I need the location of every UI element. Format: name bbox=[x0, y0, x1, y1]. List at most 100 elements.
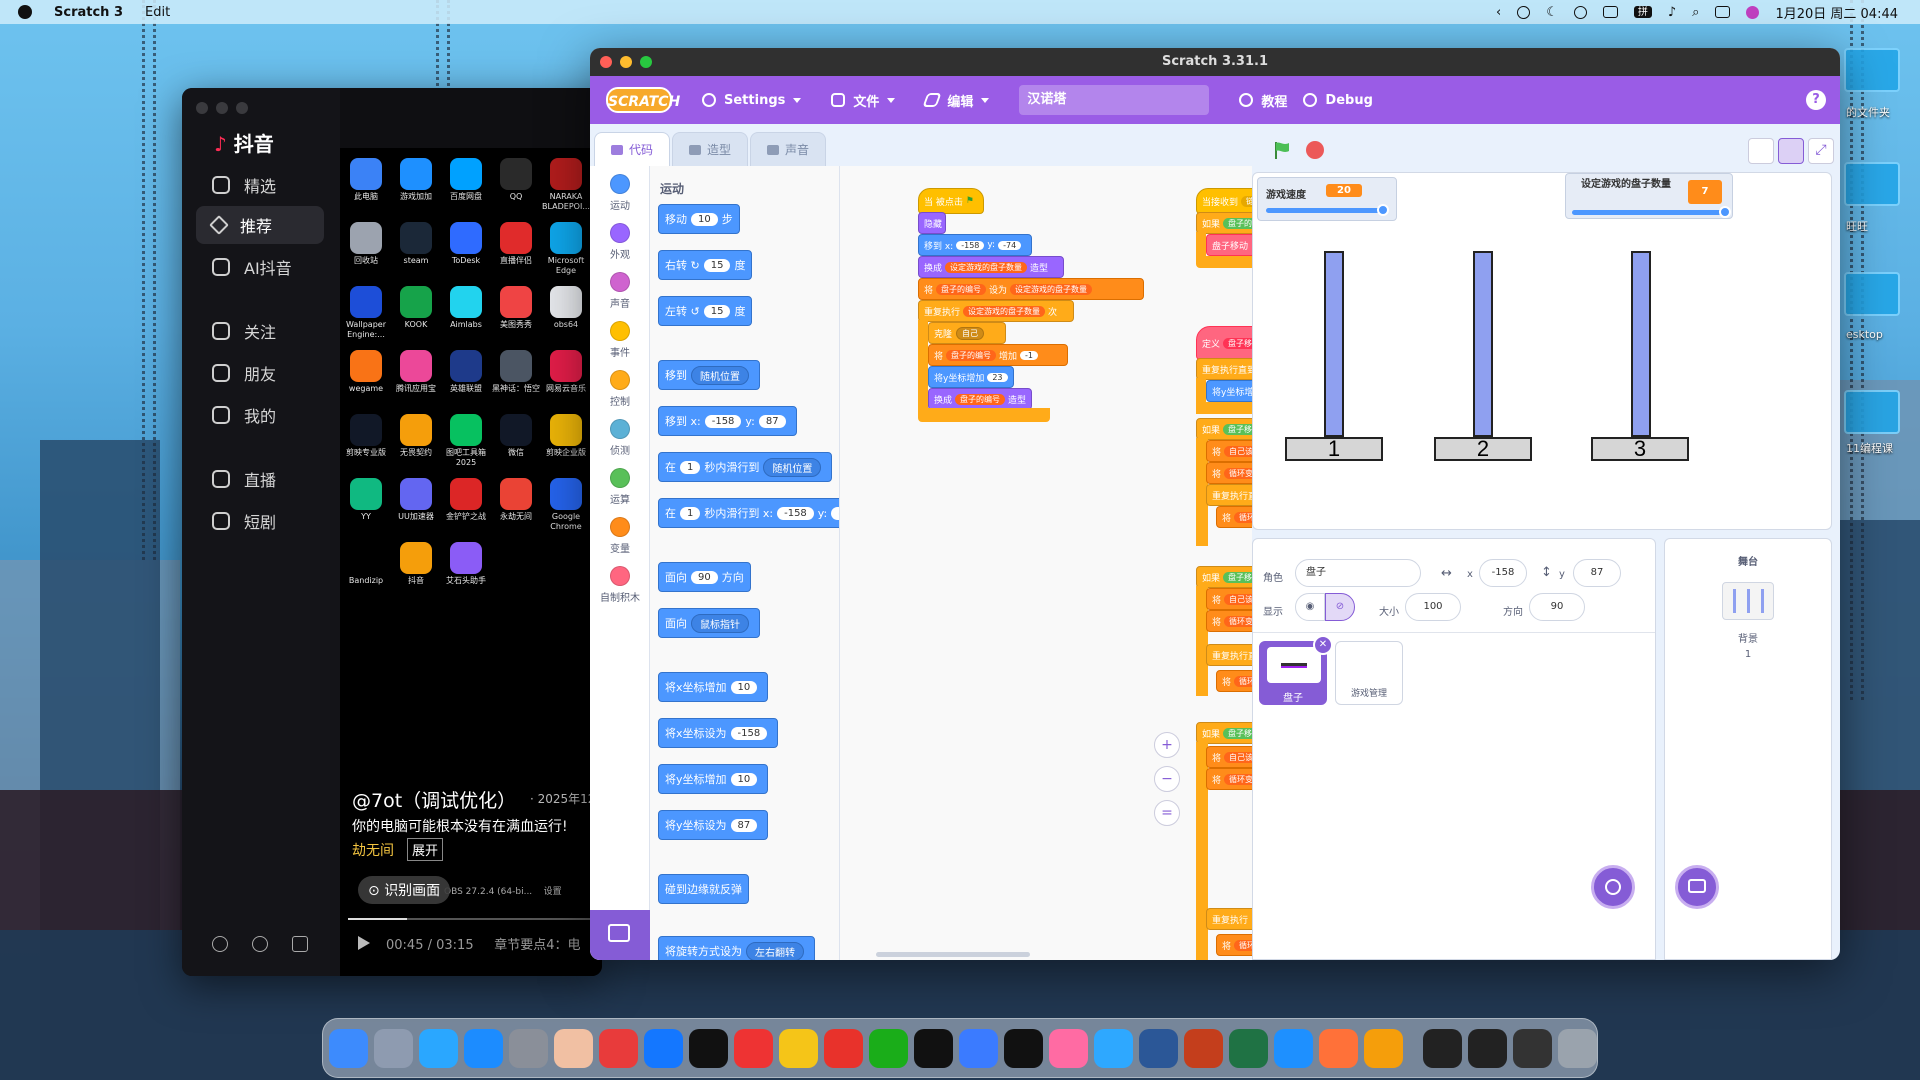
x-input[interactable]: -158 bbox=[1479, 559, 1527, 587]
dock-minimized-window[interactable] bbox=[1513, 1028, 1552, 1068]
block-set-x[interactable]: 将x坐标设为 -158 bbox=[658, 718, 779, 748]
desktop-app-icon[interactable]: 无畏契约 bbox=[392, 414, 440, 458]
dock-app-icon[interactable] bbox=[959, 1028, 998, 1068]
reporter[interactable]: 盘子的编号 bbox=[936, 283, 987, 295]
script-hat-flag-clicked[interactable]: 当 被点击 ⚑ bbox=[918, 188, 984, 214]
dock-app-icon[interactable] bbox=[689, 1028, 728, 1068]
block-input[interactable]: 15 bbox=[703, 304, 731, 318]
minimize-button[interactable] bbox=[216, 102, 228, 114]
block-dropdown[interactable]: 链表数据已更 bbox=[1241, 195, 1252, 207]
desktop-app-icon[interactable]: 抖音 bbox=[392, 542, 440, 586]
settings-icon[interactable] bbox=[212, 936, 228, 952]
desktop-app-icon[interactable]: 游戏加加 bbox=[392, 158, 440, 202]
script3-set-8[interactable]: 将循环变量 bbox=[1206, 768, 1252, 790]
block-input[interactable]: -158 bbox=[777, 506, 814, 520]
script3-repeat-until-3[interactable]: 重复执行直到 bbox=[1206, 644, 1252, 666]
desktop-app-icon[interactable]: Bandizip bbox=[342, 542, 390, 586]
input-method-icon[interactable]: 拼 bbox=[1633, 6, 1652, 18]
dock-app-icon[interactable] bbox=[1049, 1028, 1088, 1068]
script-hide[interactable]: 隐藏 bbox=[918, 212, 946, 234]
zoom-button[interactable] bbox=[236, 102, 248, 114]
script2-hat-broadcast[interactable]: 当接收到链表数据已更 bbox=[1196, 188, 1252, 214]
dock-app-icon[interactable] bbox=[1319, 1028, 1358, 1068]
block-input[interactable]: 87 bbox=[758, 414, 786, 428]
block-input[interactable]: 23 bbox=[987, 372, 1008, 382]
script3-set-1[interactable]: 将自己该去的x bbox=[1206, 440, 1252, 462]
settings-menu[interactable]: Settings bbox=[702, 93, 802, 108]
block-goto[interactable]: 移到 随机位置 bbox=[658, 360, 760, 390]
small-stage-button[interactable] bbox=[1748, 138, 1774, 164]
block-input[interactable]: 87 bbox=[730, 818, 758, 832]
desktop-app-icon[interactable]: 图吧工具箱2025 bbox=[442, 414, 490, 468]
normal-stage-button[interactable] bbox=[1778, 138, 1804, 164]
dock-minimized-window[interactable] bbox=[1558, 1028, 1597, 1068]
block-input[interactable]: -1 bbox=[1020, 350, 1039, 360]
reporter[interactable]: 自己该去的x bbox=[1224, 751, 1252, 763]
block-input[interactable]: 15 bbox=[703, 258, 731, 272]
volume-icon[interactable]: ♪ bbox=[1668, 5, 1676, 20]
reporter[interactable]: 循环变量 bbox=[1234, 939, 1252, 951]
block-point-direction[interactable]: 面向 90 方向 bbox=[658, 562, 751, 592]
reporter[interactable]: 循环变量 bbox=[1224, 773, 1252, 785]
reporter[interactable]: 盘子的编号 bbox=[946, 349, 997, 361]
script-change-variable[interactable]: 将盘子的编号 增加 -1 bbox=[928, 344, 1068, 366]
reporter[interactable]: 自己该去的x bbox=[1224, 593, 1252, 605]
dock-app-icon[interactable] bbox=[779, 1028, 818, 1068]
sprite-name-input[interactable]: 盘子 bbox=[1295, 559, 1421, 587]
script3-repeat-until[interactable]: 重复执行直到 bbox=[1196, 358, 1252, 380]
reporter[interactable]: 设定游戏的盘子数量 bbox=[1010, 283, 1093, 295]
block-dropdown[interactable]: 自己 bbox=[956, 326, 985, 340]
dock-app-icon[interactable] bbox=[644, 1028, 683, 1068]
video-tag[interactable]: 劫无间 bbox=[352, 840, 394, 860]
block-change-y[interactable]: 将y坐标增加 10 bbox=[658, 764, 769, 794]
dock-app-icon[interactable] bbox=[509, 1028, 548, 1068]
reporter[interactable]: 循环变量 bbox=[1224, 467, 1252, 479]
extensions-button[interactable] bbox=[590, 910, 650, 960]
desktop-app-icon[interactable]: 微信 bbox=[492, 414, 540, 458]
dock-app-icon[interactable] bbox=[1184, 1028, 1223, 1068]
desktop-app-icon[interactable]: 黑神话：悟空 bbox=[492, 350, 540, 394]
script3-repeat-4[interactable]: 重复执行 bbox=[1206, 908, 1252, 930]
script2-call-plate-move[interactable]: 盘子移动 bbox=[1206, 234, 1252, 256]
category-5[interactable]: 控制 bbox=[590, 370, 650, 408]
script-clone[interactable]: 克隆 自己 bbox=[928, 322, 1006, 344]
script-change-y[interactable]: 将y坐标增加 23 bbox=[928, 366, 1014, 388]
script3-set-2[interactable]: 将循环变量 bbox=[1206, 462, 1252, 484]
add-sprite-button[interactable] bbox=[1591, 865, 1635, 909]
block-input[interactable]: -74 bbox=[998, 240, 1022, 250]
monitor-game-speed[interactable]: 游戏速度 20 bbox=[1257, 177, 1397, 221]
dock-app-icon[interactable] bbox=[1004, 1028, 1043, 1068]
sprite-thumb-game-manager[interactable]: 游戏管理 bbox=[1335, 641, 1403, 705]
horizontal-scrollbar[interactable] bbox=[876, 952, 1030, 957]
dock-app-icon[interactable] bbox=[914, 1028, 953, 1068]
desktop-app-icon[interactable]: 剪映专业版 bbox=[342, 414, 390, 458]
desktop-app-icon[interactable]: ToDesk bbox=[442, 222, 490, 266]
desktop-app-icon[interactable]: QQ bbox=[492, 158, 540, 202]
desktop-app-icon[interactable]: 此电脑 bbox=[342, 158, 390, 202]
dock-app-icon[interactable] bbox=[419, 1028, 458, 1068]
script3-if-2[interactable]: 如果盘子移动到 bbox=[1196, 566, 1252, 588]
desktop-app-icon[interactable]: steam bbox=[392, 222, 440, 266]
dock-app-icon[interactable] bbox=[1274, 1028, 1313, 1068]
category-6[interactable]: 侦测 bbox=[590, 419, 650, 457]
category-9[interactable]: 自制积木 bbox=[590, 566, 650, 604]
dock-app-icon[interactable] bbox=[1229, 1028, 1268, 1068]
zoom-button[interactable] bbox=[640, 56, 652, 68]
block-dropdown[interactable]: 左右翻转 bbox=[746, 941, 804, 960]
category-2[interactable]: 外观 bbox=[590, 223, 650, 261]
dropbox-icon[interactable] bbox=[1517, 5, 1531, 19]
size-input[interactable]: 100 bbox=[1405, 593, 1461, 621]
dock-minimized-window[interactable] bbox=[1423, 1028, 1462, 1068]
backdrop-thumbnail[interactable] bbox=[1722, 582, 1774, 620]
block-turn-right[interactable]: 右转 ↻ 15 度 bbox=[658, 250, 753, 280]
stop-icon[interactable] bbox=[1306, 141, 1324, 159]
dock-minimized-window[interactable] bbox=[1468, 1028, 1507, 1068]
play-icon[interactable] bbox=[358, 936, 370, 950]
block-input[interactable]: 10 bbox=[730, 680, 758, 694]
edit-menu[interactable]: 编辑 bbox=[922, 91, 990, 110]
block-bounce[interactable]: 碰到边缘就反弹 bbox=[658, 874, 749, 904]
reporter[interactable]: 循环变量 bbox=[1224, 615, 1252, 627]
desktop-app-icon[interactable]: Wallpaper Engine:... bbox=[342, 286, 390, 340]
desktop-app-icon[interactable]: Google Chrome bbox=[542, 478, 590, 532]
desktop-app-icon[interactable]: 网易云音乐 bbox=[542, 350, 590, 394]
